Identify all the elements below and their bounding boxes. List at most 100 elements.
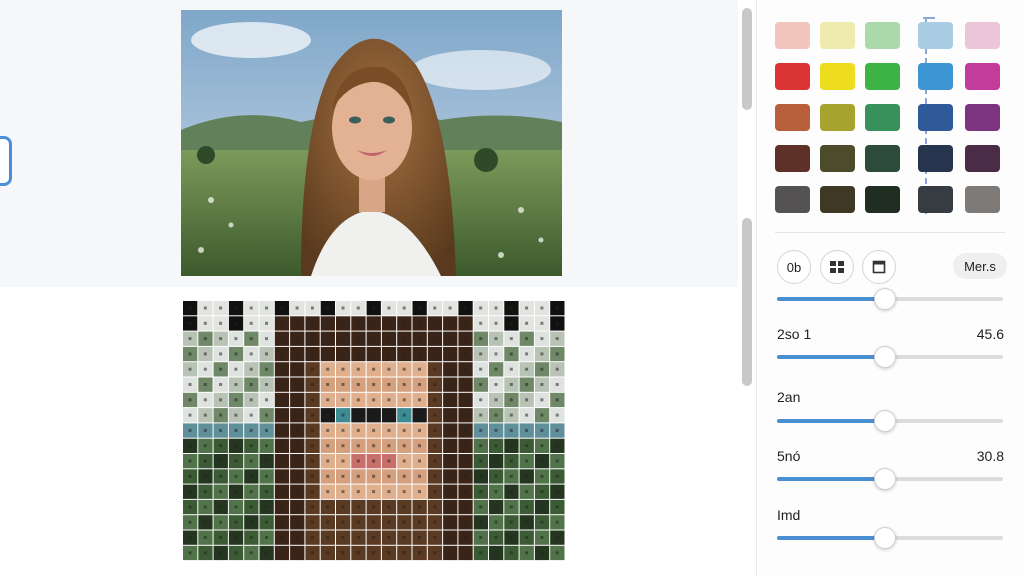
bead-hole (418, 444, 421, 448)
color-swatch[interactable] (865, 186, 900, 213)
bead-hole (310, 459, 314, 463)
bead-hole (249, 505, 253, 509)
bead-hole (280, 490, 284, 494)
bead-hole (326, 413, 330, 417)
bead-hole (341, 536, 345, 539)
bead-hole (219, 474, 223, 478)
slider-fill (777, 536, 886, 540)
bead-hole (234, 352, 238, 356)
bead-hole (219, 413, 223, 417)
bead-hole (387, 551, 391, 555)
bead-hole (402, 520, 406, 524)
slider[interactable] (777, 288, 1003, 310)
color-swatch[interactable] (775, 63, 810, 90)
bead-hole (280, 505, 284, 509)
bead-hole (372, 383, 376, 386)
bead-hole (280, 306, 284, 310)
color-swatch[interactable] (775, 145, 810, 172)
bead-hole (188, 536, 192, 539)
bead-hole (310, 398, 314, 402)
ob-button[interactable]: 0b (777, 250, 811, 284)
slider-thumb[interactable] (874, 410, 897, 432)
color-swatch[interactable] (918, 145, 953, 172)
bead-hole (555, 551, 559, 555)
bead-hole (540, 306, 544, 310)
bead-hole (234, 398, 238, 402)
bead-hole (463, 398, 467, 402)
bead-hole (219, 306, 223, 310)
color-swatch[interactable] (965, 104, 1000, 131)
slider[interactable] (777, 346, 1003, 368)
bead-hole (372, 490, 376, 494)
bead-hole (433, 505, 437, 509)
color-swatch[interactable] (918, 22, 953, 49)
grid-button[interactable] (820, 250, 854, 284)
color-swatch[interactable] (820, 104, 855, 131)
bead-hole (249, 321, 253, 325)
bead-hole (310, 474, 314, 478)
bead-hole (203, 383, 207, 386)
scrollbar-thumb[interactable] (742, 8, 752, 110)
more-button[interactable]: Mer.s (953, 253, 1007, 279)
color-swatch[interactable] (865, 22, 900, 49)
bead-hole (525, 551, 529, 555)
image-frame-button[interactable] (862, 250, 896, 284)
color-swatch[interactable] (965, 63, 1000, 90)
bead-hole (234, 444, 238, 448)
bead-hole (479, 520, 483, 524)
slider-thumb[interactable] (874, 527, 897, 549)
bead-hole (372, 459, 376, 463)
bead-hole (448, 352, 452, 356)
bead-hole (433, 551, 437, 555)
bead-hole (479, 367, 483, 371)
slider-thumb[interactable] (874, 468, 897, 490)
bead-hole (448, 505, 452, 509)
color-swatch[interactable] (820, 22, 855, 49)
slider-thumb[interactable] (874, 346, 897, 368)
color-swatch[interactable] (865, 104, 900, 131)
slider[interactable] (777, 468, 1003, 490)
side-panel-handle[interactable] (0, 136, 12, 186)
slider[interactable] (777, 527, 1003, 549)
color-swatch[interactable] (918, 104, 953, 131)
bead-hole (433, 413, 437, 417)
color-swatch[interactable] (775, 186, 810, 213)
bead-hole (494, 428, 498, 432)
color-swatch[interactable] (820, 186, 855, 213)
bead-hole (540, 383, 544, 386)
bead-hole (295, 490, 299, 494)
slider[interactable] (777, 410, 1003, 432)
bead-hole (525, 413, 529, 417)
slider-thumb[interactable] (874, 288, 897, 310)
color-swatch[interactable] (965, 145, 1000, 172)
bead-hole (479, 321, 483, 325)
color-swatch[interactable] (775, 22, 810, 49)
bead-hole (509, 505, 513, 509)
bead-hole (463, 428, 467, 432)
bead-hole (525, 337, 529, 341)
scrollbar-thumb[interactable] (742, 218, 752, 386)
color-swatch[interactable] (865, 145, 900, 172)
bead-hole (540, 474, 544, 478)
bead-hole (310, 321, 314, 325)
bead-hole (555, 505, 559, 509)
color-swatch[interactable] (820, 145, 855, 172)
bead-hole (525, 398, 529, 402)
bead-hole (234, 474, 238, 478)
bead-hole (402, 398, 406, 402)
bead-hole (249, 367, 253, 371)
bead-hole (448, 398, 452, 402)
color-swatch[interactable] (965, 186, 1000, 213)
color-swatch[interactable] (865, 63, 900, 90)
bead-hole (525, 536, 529, 539)
color-swatch[interactable] (820, 63, 855, 90)
bead-hole (372, 536, 376, 539)
color-swatch[interactable] (918, 63, 953, 90)
color-swatch[interactable] (775, 104, 810, 131)
bead-hole (280, 383, 284, 386)
bead-hole (372, 428, 376, 432)
color-swatch[interactable] (965, 22, 1000, 49)
bead-hole (402, 459, 406, 463)
color-swatch[interactable] (918, 186, 953, 213)
bead-hole (418, 383, 421, 386)
